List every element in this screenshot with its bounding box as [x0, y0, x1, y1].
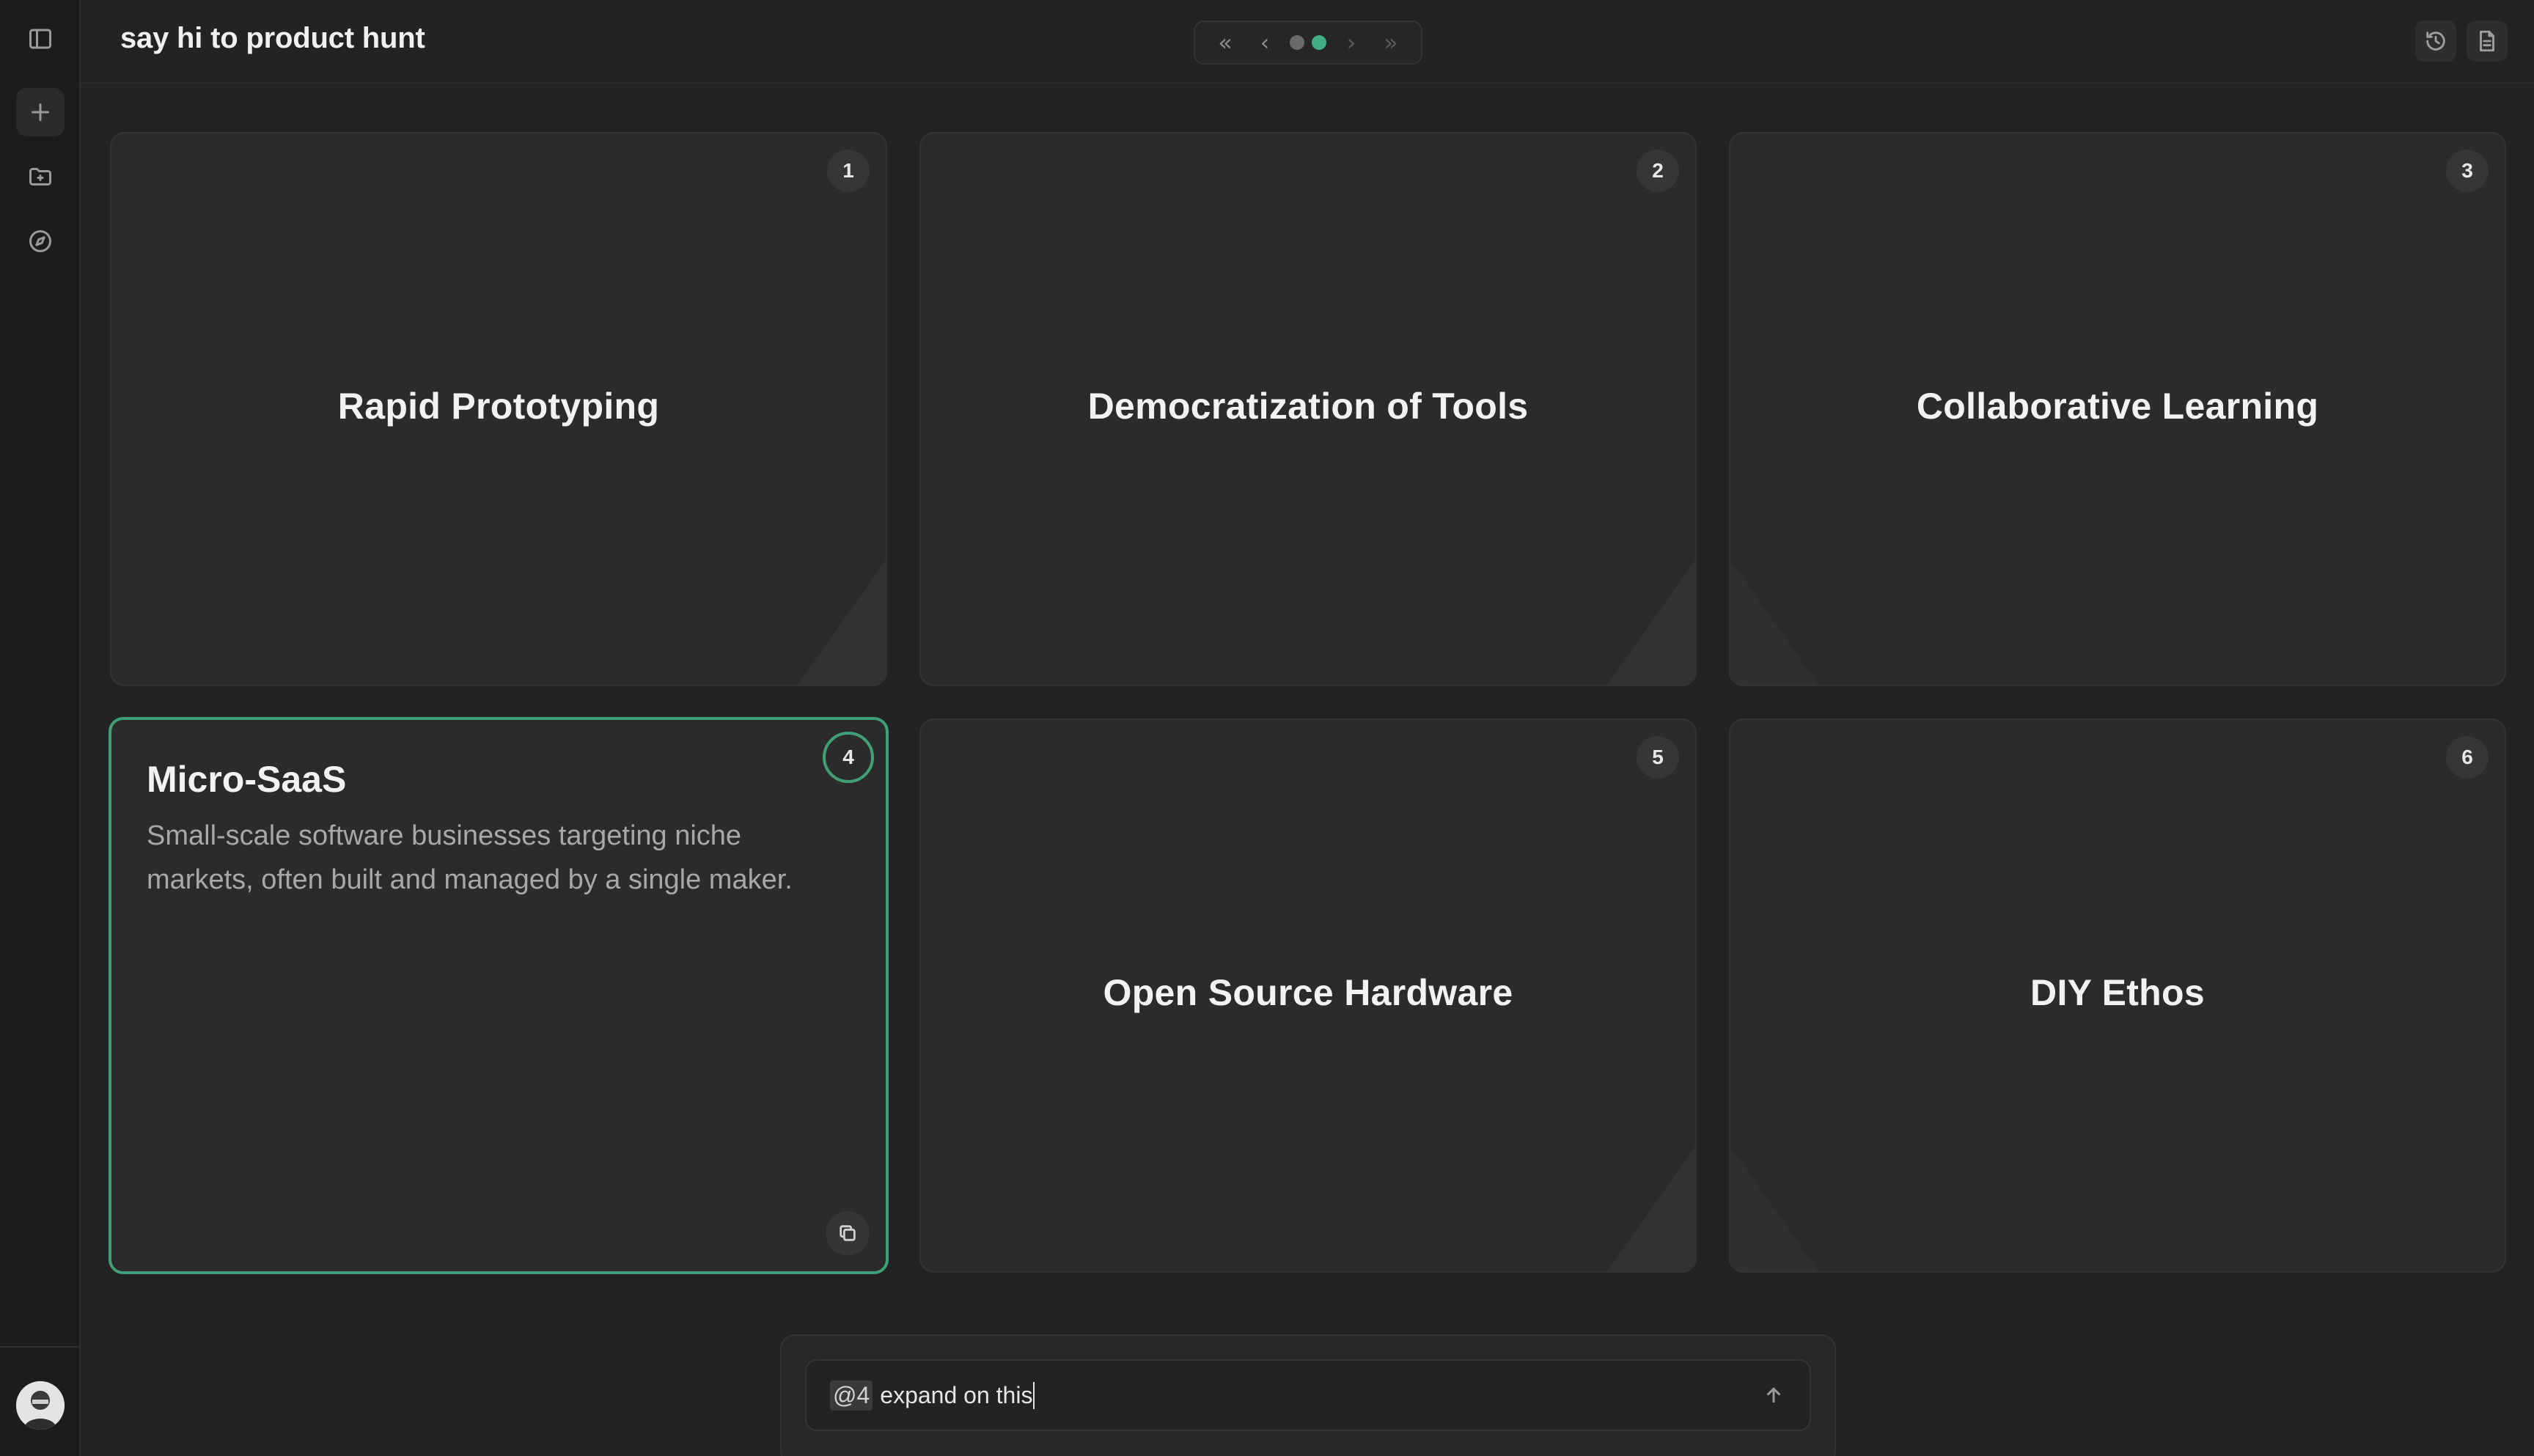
card-mention-chip[interactable]: @4	[830, 1380, 873, 1411]
page-dots	[1290, 35, 1326, 50]
copy-button[interactable]	[826, 1211, 870, 1255]
document-button[interactable]	[2467, 21, 2508, 62]
avatar[interactable]	[16, 1381, 65, 1430]
sidebar-toggle-button[interactable]	[16, 15, 65, 63]
first-page-button[interactable]: «	[1211, 28, 1240, 57]
user-avatar-icon	[16, 1381, 65, 1430]
prompt-input[interactable]: @4 expand on this	[805, 1359, 1811, 1431]
arrow-up-icon	[1767, 1387, 1780, 1403]
card-6[interactable]: 6 DIY Ethos	[1729, 718, 2506, 1273]
explore-button[interactable]	[16, 217, 65, 265]
card-title: Rapid Prototyping	[337, 386, 660, 427]
sidebar-toggle-icon	[29, 29, 51, 49]
card-title: Micro-SaaS	[147, 759, 347, 800]
document-icon	[2480, 30, 2494, 52]
compass-icon	[29, 230, 51, 252]
sidebar	[0, 0, 81, 1456]
card-title: DIY Ethos	[2030, 972, 2205, 1013]
card-number-badge: 4	[823, 732, 874, 783]
send-button[interactable]	[1755, 1377, 1792, 1413]
card-1[interactable]: 1 Rapid Prototyping	[110, 132, 887, 686]
next-page-button[interactable]: ›	[1337, 28, 1366, 57]
prompt-text[interactable]: expand on this	[880, 1381, 1035, 1409]
folder-button[interactable]	[16, 152, 65, 201]
card-title: Collaborative Learning	[1916, 386, 2319, 427]
history-button[interactable]	[2415, 21, 2456, 62]
card-description: Small-scale software businesses targetin…	[147, 820, 793, 895]
card-4-selected[interactable]: 4 Micro-SaaS Small-scale software busine…	[109, 717, 889, 1274]
card-3[interactable]: 3 Collaborative Learning	[1729, 132, 2506, 686]
app-window: say hi to product hunt « ‹ › » 1 Rapid P…	[0, 0, 2534, 1456]
page-dot-1[interactable]	[1290, 35, 1304, 50]
history-icon	[2426, 32, 2445, 51]
sidebar-divider	[0, 1346, 79, 1347]
new-board-button[interactable]	[16, 88, 65, 136]
card-title: Democratization of Tools	[1087, 386, 1529, 427]
folder-icon	[29, 168, 51, 185]
plus-icon	[32, 103, 49, 121]
card-title: Open Source Hardware	[1103, 972, 1513, 1013]
page-dot-2[interactable]	[1312, 35, 1326, 50]
last-page-button[interactable]: »	[1376, 28, 1406, 57]
page-navigator: « ‹ › »	[1194, 21, 1422, 65]
card-5[interactable]: 5 Open Source Hardware	[919, 718, 1697, 1273]
topbar: say hi to product hunt « ‹ › »	[81, 0, 2534, 84]
copy-icon	[840, 1225, 856, 1241]
card-2[interactable]: 2 Democratization of Tools	[919, 132, 1697, 686]
page-title[interactable]: say hi to product hunt	[120, 22, 425, 55]
prev-page-button[interactable]: ‹	[1250, 28, 1279, 57]
